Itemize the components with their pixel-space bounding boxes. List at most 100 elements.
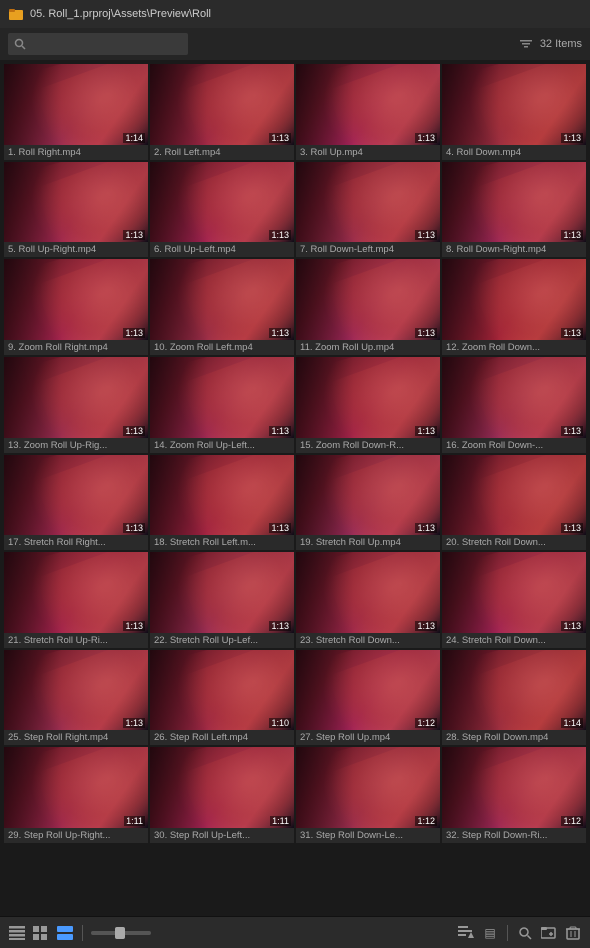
thumbnail-item[interactable]: 1:13 19. Stretch Roll Up.mp4 — [296, 455, 440, 551]
thumbnail-item[interactable]: 1:13 21. Stretch Roll Up-Ri... — [4, 552, 148, 648]
thumb-label: 19. Stretch Roll Up.mp4 — [296, 535, 440, 550]
titlebar: 05. Roll_1.prproj\Assets\Preview\Roll — [0, 0, 590, 28]
thumbnail-item[interactable]: 1:11 29. Step Roll Up-Right... — [4, 747, 148, 843]
thumbnail-item[interactable]: 1:13 17. Stretch Roll Right... — [4, 455, 148, 551]
duration-badge: 1:12 — [415, 816, 437, 826]
thumbnail-item[interactable]: 1:13 18. Stretch Roll Left.m... — [150, 455, 294, 551]
thumbnail-item[interactable]: 1:13 8. Roll Down-Right.mp4 — [442, 162, 586, 258]
thumbnail-item[interactable]: 1:13 3. Roll Up.mp4 — [296, 64, 440, 160]
delete-button[interactable] — [564, 924, 582, 942]
thumbnail-item[interactable]: 1:13 25. Step Roll Right.mp4 — [4, 650, 148, 746]
toolbar-left — [8, 924, 151, 942]
thumbnail-item[interactable]: 1:10 26. Step Roll Left.mp4 — [150, 650, 294, 746]
thumbnail-item[interactable]: 1:12 27. Step Roll Up.mp4 — [296, 650, 440, 746]
thumb-name: 18. Stretch Roll Left.m... — [154, 537, 256, 548]
thumbnail-item[interactable]: 1:13 4. Roll Down.mp4 — [442, 64, 586, 160]
duration-badge: 1:12 — [561, 816, 583, 826]
thumbnail-item[interactable]: 1:14 1. Roll Right.mp4 — [4, 64, 148, 160]
thumb-name: 25. Step Roll Right.mp4 — [8, 732, 108, 743]
duration-badge: 1:14 — [123, 133, 145, 143]
thumb-label: 22. Stretch Roll Up-Lef... — [150, 633, 294, 648]
duration-badge: 1:13 — [123, 718, 145, 728]
duration-badge: 1:13 — [561, 328, 583, 338]
thumb-label: 14. Zoom Roll Up-Left... — [150, 438, 294, 453]
thumb-label: 20. Stretch Roll Down... — [442, 535, 586, 550]
thumb-label: 13. Zoom Roll Up-Rig... — [4, 438, 148, 453]
new-bin-button[interactable] — [540, 924, 558, 942]
icon-view-button[interactable] — [32, 924, 50, 942]
thumb-label: 18. Stretch Roll Left.m... — [150, 535, 294, 550]
thumbnail-item[interactable]: 1:13 23. Stretch Roll Down... — [296, 552, 440, 648]
thumbnail-item[interactable]: 1:13 9. Zoom Roll Right.mp4 — [4, 259, 148, 355]
thumb-wrapper: 1:13 — [296, 64, 440, 145]
thumbnail-item[interactable]: 1:13 5. Roll Up-Right.mp4 — [4, 162, 148, 258]
filter-icon[interactable] — [518, 36, 534, 52]
search-box[interactable] — [8, 33, 188, 55]
thumbnail-item[interactable]: 1:13 13. Zoom Roll Up-Rig... — [4, 357, 148, 453]
thumbnail-item[interactable]: 1:14 28. Step Roll Down.mp4 — [442, 650, 586, 746]
thumbnail-item[interactable]: 1:11 30. Step Roll Up-Left... — [150, 747, 294, 843]
thumb-name: 19. Stretch Roll Up.mp4 — [300, 537, 401, 548]
thumbnail-item[interactable]: 1:13 7. Roll Down-Left.mp4 — [296, 162, 440, 258]
thumbnail-item[interactable]: 1:13 22. Stretch Roll Up-Lef... — [150, 552, 294, 648]
search-icon — [14, 38, 26, 50]
thumb-label: 10. Zoom Roll Left.mp4 — [150, 340, 294, 355]
thumb-label: 28. Step Roll Down.mp4 — [442, 730, 586, 745]
thumb-wrapper: 1:13 — [150, 455, 294, 536]
thumb-wrapper: 1:12 — [442, 747, 586, 828]
thumbnail-item[interactable]: 1:13 20. Stretch Roll Down... — [442, 455, 586, 551]
freeform-view-button[interactable] — [56, 924, 74, 942]
thumb-wrapper: 1:13 — [296, 162, 440, 243]
thumb-name: 22. Stretch Roll Up-Lef... — [154, 635, 258, 646]
grid-container: 1:14 1. Roll Right.mp4 1:13 2. Roll Left… — [0, 60, 590, 916]
thumbnail-item[interactable]: 1:13 24. Stretch Roll Down... — [442, 552, 586, 648]
thumb-wrapper: 1:13 — [150, 357, 294, 438]
titlebar-title: 05. Roll_1.prproj\Assets\Preview\Roll — [30, 8, 211, 20]
thumb-wrapper: 1:14 — [4, 64, 148, 145]
duration-badge: 1:13 — [269, 230, 291, 240]
thumb-name: 29. Step Roll Up-Right... — [8, 830, 110, 841]
thumb-name: 16. Zoom Roll Down-... — [446, 440, 543, 451]
thumbnail-item[interactable]: 1:13 14. Zoom Roll Up-Left... — [150, 357, 294, 453]
thumbnail-item[interactable]: 1:12 31. Step Roll Down-Le... — [296, 747, 440, 843]
thumb-name: 9. Zoom Roll Right.mp4 — [8, 342, 108, 353]
metadata-button[interactable]: ▤ — [481, 924, 499, 942]
thumb-label: 9. Zoom Roll Right.mp4 — [4, 340, 148, 355]
duration-badge: 1:10 — [269, 718, 291, 728]
thumbnail-item[interactable]: 1:13 6. Roll Up-Left.mp4 — [150, 162, 294, 258]
thumbnail-item[interactable]: 1:13 16. Zoom Roll Down-... — [442, 357, 586, 453]
thumb-wrapper: 1:11 — [4, 747, 148, 828]
searchbar: 32 Items — [0, 28, 590, 60]
toolbar-right: ▤ — [457, 924, 582, 942]
thumbnail-item[interactable]: 1:13 11. Zoom Roll Up.mp4 — [296, 259, 440, 355]
duration-badge: 1:13 — [269, 133, 291, 143]
thumb-wrapper: 1:13 — [150, 259, 294, 340]
search-bottom-icon[interactable] — [516, 924, 534, 942]
thumbnail-item[interactable]: 1:13 10. Zoom Roll Left.mp4 — [150, 259, 294, 355]
sort-button[interactable] — [457, 924, 475, 942]
thumb-wrapper: 1:13 — [442, 259, 586, 340]
thumb-wrapper: 1:11 — [150, 747, 294, 828]
duration-badge: 1:13 — [415, 133, 437, 143]
zoom-slider-thumb — [115, 927, 125, 939]
thumb-label: 11. Zoom Roll Up.mp4 — [296, 340, 440, 355]
thumb-name: 23. Stretch Roll Down... — [300, 635, 400, 646]
thumb-wrapper: 1:12 — [296, 747, 440, 828]
thumb-name: 32. Step Roll Down-Ri... — [446, 830, 547, 841]
thumb-name: 17. Stretch Roll Right... — [8, 537, 106, 548]
thumbnail-item[interactable]: 1:13 12. Zoom Roll Down... — [442, 259, 586, 355]
list-view-button[interactable] — [8, 924, 26, 942]
duration-badge: 1:12 — [415, 718, 437, 728]
search-input[interactable] — [30, 38, 170, 50]
thumb-wrapper: 1:13 — [296, 357, 440, 438]
duration-badge: 1:13 — [415, 621, 437, 631]
thumbnail-item[interactable]: 1:12 32. Step Roll Down-Ri... — [442, 747, 586, 843]
zoom-slider[interactable] — [91, 931, 151, 935]
thumb-wrapper: 1:13 — [296, 552, 440, 633]
thumb-name: 15. Zoom Roll Down-R... — [300, 440, 404, 451]
thumbnail-item[interactable]: 1:13 15. Zoom Roll Down-R... — [296, 357, 440, 453]
thumb-label: 12. Zoom Roll Down... — [442, 340, 586, 355]
thumb-wrapper: 1:13 — [442, 552, 586, 633]
thumb-label: 31. Step Roll Down-Le... — [296, 828, 440, 843]
thumbnail-item[interactable]: 1:13 2. Roll Left.mp4 — [150, 64, 294, 160]
